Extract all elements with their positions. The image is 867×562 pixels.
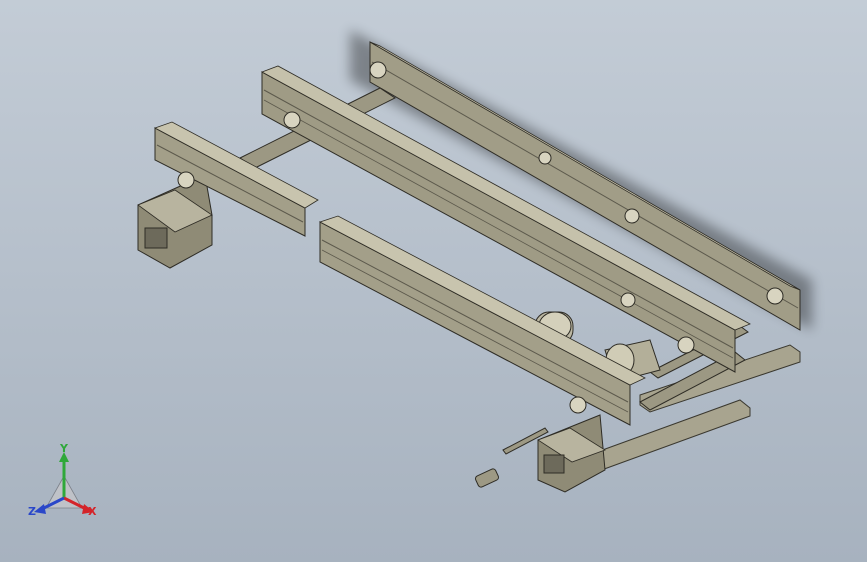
conveyor-assembly-model[interactable] bbox=[0, 0, 867, 562]
front-support-block[interactable] bbox=[537, 414, 606, 493]
loose-bolt[interactable] bbox=[474, 468, 500, 488]
3d-viewport[interactable]: Y X Z bbox=[0, 0, 867, 562]
z-axis-label: Z bbox=[28, 505, 36, 518]
y-axis-label: Y bbox=[60, 442, 68, 455]
orientation-triad: Y X Z bbox=[24, 442, 104, 526]
left-support-block[interactable] bbox=[137, 174, 213, 269]
x-axis-label: X bbox=[88, 505, 97, 518]
